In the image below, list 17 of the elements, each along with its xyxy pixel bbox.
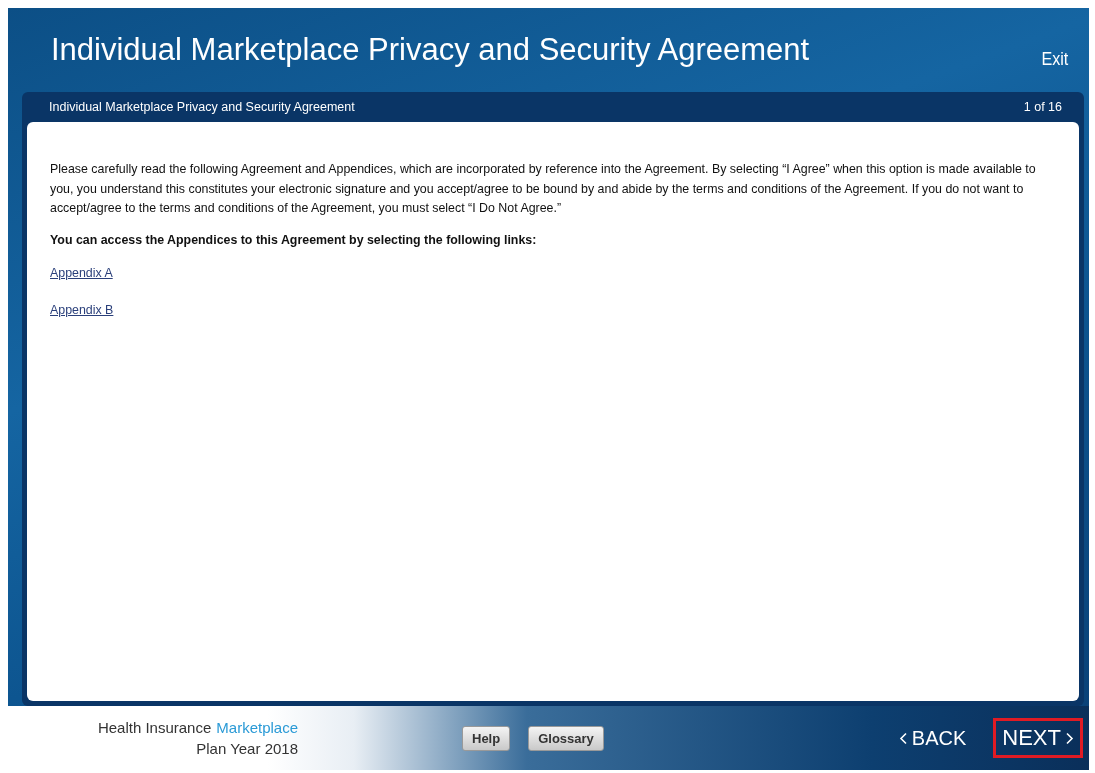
intro-paragraph: Please carefully read the following Agreement and Appendices, which are incorporated by reference into the Agreement. By selecting “I Agree” when this option is made available to you, you understand this constitutes your electronic signature and you accept/agree to be bound by and abide by the terms and conditions of the Agreement. If you do not want to accept/agree to the terms and conditions of the Agreement, you must select “I Do Not Agree.” bbox=[50, 161, 1037, 217]
brand-name: Health Insurance bbox=[97, 718, 212, 738]
exit-link[interactable]: Exit bbox=[1041, 48, 1069, 70]
links-heading: You can access the Appendices to this Agreement by selecting the following links: bbox=[50, 231, 538, 249]
panel-title: Individual Marketplace Privacy and Security Agreement bbox=[49, 100, 355, 114]
page-counter: 1 of 16 bbox=[1023, 100, 1062, 114]
caret-icon bbox=[1065, 731, 1074, 745]
caret-icon bbox=[898, 731, 908, 745]
back-button[interactable]: BACK bbox=[889, 719, 976, 757]
appendix-link[interactable]: Appendix B bbox=[50, 300, 114, 320]
footer-button[interactable]: Help bbox=[462, 725, 511, 751]
next-button[interactable]: NEXT bbox=[993, 718, 1083, 758]
brand-name-accent: Marketplace bbox=[216, 718, 298, 738]
footer-button[interactable]: Glossary bbox=[528, 725, 604, 751]
appendix-link[interactable]: Appendix A bbox=[50, 264, 113, 284]
plan-year: Plan Year 2018 bbox=[196, 739, 298, 759]
page-title: Individual Marketplace Privacy and Security Agreement bbox=[51, 32, 810, 68]
